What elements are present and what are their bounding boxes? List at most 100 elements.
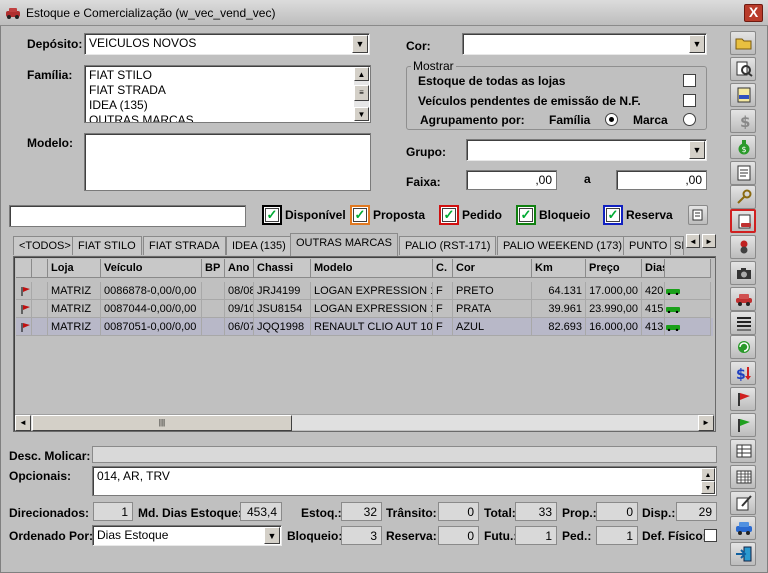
familia-label: Família: [27, 68, 73, 82]
toolbar-search[interactable] [730, 57, 756, 81]
toolbar-dollar-transfer[interactable]: $ [730, 361, 756, 385]
toolbar-open[interactable] [730, 31, 756, 55]
filter-pedido[interactable]: ✓ Pedido [439, 205, 502, 225]
toolbar-dollar[interactable]: $ [730, 109, 756, 133]
todas-lojas-checkbox[interactable] [683, 74, 696, 87]
toolbar-key[interactable] [730, 185, 756, 209]
cell-extra [665, 282, 711, 300]
toolbar-list[interactable] [730, 311, 756, 335]
scroll-down-icon[interactable]: ▼ [701, 481, 715, 494]
scroll-left-icon[interactable]: ◄ [15, 415, 31, 431]
table-row[interactable]: MATRIZ 0086878-0,00/0,00 08/08 JRJ4199 L… [16, 282, 713, 300]
col-cor[interactable]: Cor [453, 259, 532, 278]
list-item[interactable]: IDEA (135) [89, 98, 366, 113]
radio-marca[interactable] [683, 113, 696, 126]
check-icon[interactable]: ✓ [516, 205, 536, 225]
opcionais-field[interactable]: 014, AR, TRV ▲ ▼ [92, 466, 717, 496]
chevron-down-icon[interactable]: ▼ [689, 35, 705, 53]
col-dias[interactable]: Dias [642, 259, 665, 278]
tab-next-icon[interactable]: ► [702, 234, 716, 248]
toolbar-flag[interactable] [730, 387, 756, 411]
radio-familia[interactable] [605, 113, 618, 126]
car-icon [666, 289, 680, 295]
faixa-from-field[interactable]: ,00 [466, 170, 557, 190]
toolbar-doc[interactable] [730, 161, 756, 185]
search-input[interactable] [9, 205, 246, 227]
filter-disponivel[interactable]: ✓ Disponível [262, 205, 346, 225]
toolbar-camera[interactable] [730, 261, 756, 285]
toolbar-traffic[interactable] [730, 235, 756, 259]
reserva-label: Reserva: [386, 529, 437, 543]
tab-fiat-strada[interactable]: FIAT STRADA [143, 236, 226, 255]
check-icon[interactable]: ✓ [350, 205, 370, 225]
key-icon [737, 189, 752, 204]
grid-hscrollbar[interactable]: ◄ ||| ► [15, 414, 714, 431]
chevron-down-icon[interactable]: ▼ [352, 35, 368, 53]
col-chassi[interactable]: Chassi [254, 259, 311, 278]
toolbar-edit[interactable] [730, 491, 756, 515]
toolbar-car-doc[interactable] [730, 83, 756, 107]
check-icon[interactable]: ✓ [603, 205, 623, 225]
toolbar-grid[interactable] [730, 465, 756, 489]
tab-punto[interactable]: PUNTO [623, 236, 674, 255]
toolbar-flag-doc[interactable] [730, 413, 756, 437]
col-preco[interactable]: Preço [586, 259, 642, 278]
filter-bloqueio[interactable]: ✓ Bloqueio [516, 205, 590, 225]
toolbar-table[interactable] [730, 439, 756, 463]
deposito-combo[interactable]: VEICULOS NOVOS ▼ [84, 33, 370, 55]
disp-label: Disp.: [642, 506, 676, 520]
opcionais-scrollbar[interactable]: ▲ ▼ [701, 468, 715, 494]
col-bp[interactable]: BP [202, 259, 225, 278]
filter-proposta[interactable]: ✓ Proposta [350, 205, 425, 225]
col-km[interactable]: Km [532, 259, 586, 278]
col-modelo[interactable]: Modelo [311, 259, 433, 278]
tab-palio[interactable]: PALIO (RST-171) [399, 236, 497, 255]
def-fisico-checkbox[interactable] [704, 529, 717, 542]
check-icon[interactable]: ✓ [439, 205, 459, 225]
check-icon[interactable]: ✓ [262, 205, 282, 225]
scroll-thumb[interactable]: ||| [32, 415, 292, 431]
faixa-to-field[interactable]: ,00 [616, 170, 707, 190]
familia-scrollbar[interactable]: ▲ ≡ ▼ [354, 67, 369, 121]
scroll-thumb[interactable]: ≡ [354, 85, 369, 101]
scroll-right-icon[interactable]: ► [698, 415, 714, 431]
filter-reserva[interactable]: ✓ Reserva [603, 205, 673, 225]
list-item[interactable]: FIAT STILO [89, 68, 366, 83]
familia-listbox[interactable]: FIAT STILO FIAT STRADA IDEA (135) OUTRAS… [84, 65, 371, 123]
list-item[interactable]: FIAT STRADA [89, 83, 366, 98]
chevron-down-icon[interactable]: ▼ [264, 527, 280, 544]
grupo-combo[interactable]: ▼ [466, 139, 707, 161]
scroll-up-icon[interactable]: ▲ [701, 468, 715, 481]
filter-refresh-button[interactable] [688, 205, 708, 225]
tab-more[interactable]: SI [670, 236, 684, 255]
table-row[interactable]: MATRIZ 0087044-0,00/0,00 09/10 JSU8154 L… [16, 300, 713, 318]
toolbar-doc-car[interactable] [730, 209, 756, 233]
toolbar-exit[interactable] [730, 542, 756, 566]
ordenado-combo[interactable]: Dias Estoque ▼ [92, 525, 282, 546]
chevron-down-icon[interactable]: ▼ [689, 141, 705, 159]
filter-label: Proposta [373, 208, 426, 222]
tab-todos[interactable]: <TODOS> [13, 236, 77, 255]
toolbar-refresh[interactable] [730, 335, 756, 359]
tab-idea[interactable]: IDEA (135) [226, 236, 292, 255]
pendentes-checkbox[interactable] [683, 94, 696, 107]
toolbar-car-blue[interactable] [730, 516, 756, 540]
cor-combo[interactable]: ▼ [462, 33, 707, 55]
tab-fiat-stilo[interactable]: FIAT STILO [72, 236, 142, 255]
toolbar-money[interactable]: $ [730, 135, 756, 159]
scroll-up-icon[interactable]: ▲ [354, 67, 369, 81]
scroll-down-icon[interactable]: ▼ [354, 107, 369, 121]
col-ano[interactable]: Ano [225, 259, 254, 278]
tab-outras-marcas[interactable]: OUTRAS MARCAS [290, 233, 398, 256]
col-veiculo[interactable]: Veículo [101, 259, 202, 278]
close-button[interactable]: X [744, 4, 763, 22]
list-item[interactable]: OUTRAS MARCAS [89, 113, 366, 122]
col-c[interactable]: C. [433, 259, 453, 278]
modelo-field[interactable] [84, 133, 371, 191]
col-loja[interactable]: Loja [48, 259, 101, 278]
tab-palio-weekend[interactable]: PALIO WEEKEND (173) [497, 236, 628, 255]
car-blue-icon [736, 522, 752, 535]
tab-prev-icon[interactable]: ◄ [686, 234, 700, 248]
toolbar-car[interactable] [730, 287, 756, 311]
table-row-selected[interactable]: MATRIZ 0087051-0,00/0,00 06/07 JQQ1998 R… [16, 318, 713, 336]
